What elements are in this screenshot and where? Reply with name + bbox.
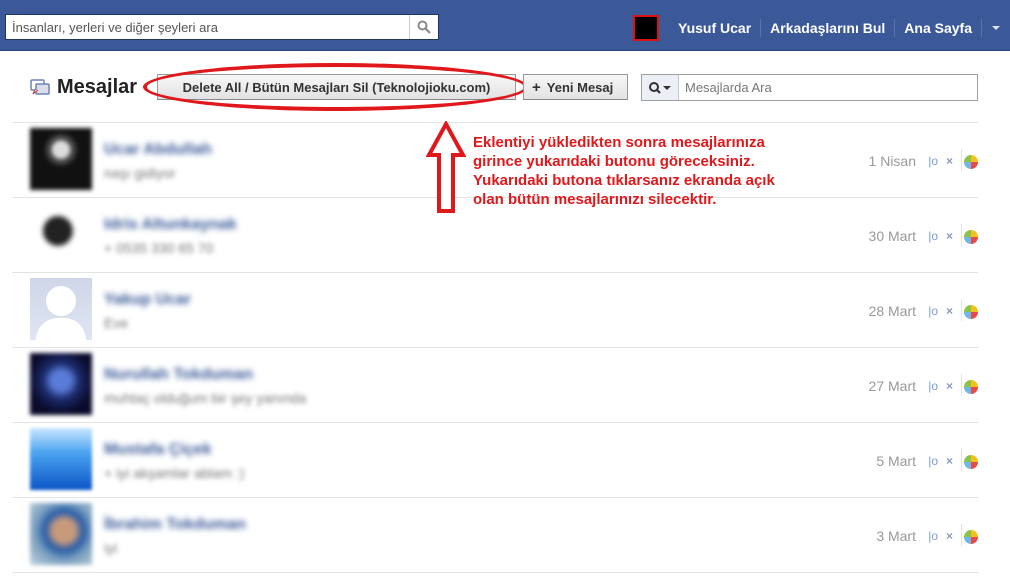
account-menu-button[interactable] — [982, 18, 1010, 38]
delete-x-icon[interactable]: × — [946, 380, 953, 392]
action-divider — [961, 449, 962, 471]
report-icon[interactable] — [964, 530, 978, 544]
report-icon[interactable] — [964, 380, 978, 394]
thread-avatar[interactable] — [30, 503, 92, 565]
caret-down-icon — [992, 26, 1000, 30]
mark-read-icon[interactable]: |o — [928, 155, 938, 167]
global-search — [5, 14, 439, 40]
top-bar: Yusuf Ucar Arkadaşlarını Bul Ana Sayfa — [0, 0, 1010, 51]
annotation-text: Eklentiyi yükledikten sonra mesajlarınız… — [473, 133, 833, 209]
top-nav: Yusuf Ucar Arkadaşlarını Bul Ana Sayfa — [633, 14, 1010, 42]
report-icon[interactable] — [964, 230, 978, 244]
thread-row[interactable]: Nurullah Tokduman muhtaç olduğum bir şey… — [12, 347, 978, 422]
action-divider — [961, 149, 962, 171]
thread-row[interactable]: İbrahim Tokduman iyi 3 Mart |o × — [12, 497, 978, 573]
thread-avatar[interactable] — [30, 353, 92, 415]
action-divider — [961, 299, 962, 321]
search-button[interactable] — [409, 15, 438, 39]
thread-row[interactable]: Mustafa Çiçek + iyi akşamlar ablam :) 5 … — [12, 422, 978, 497]
report-icon[interactable] — [964, 155, 978, 169]
mark-read-icon[interactable]: |o — [928, 455, 938, 467]
thread-date: 3 Mart — [876, 528, 916, 544]
global-search-input[interactable] — [6, 15, 410, 39]
delete-x-icon[interactable]: × — [946, 155, 953, 167]
nav-home-link[interactable]: Ana Sayfa — [895, 20, 981, 36]
thread-avatar[interactable] — [30, 278, 92, 340]
thread-date: 28 Mart — [868, 303, 916, 319]
nav-find-friends-link[interactable]: Arkadaşlarını Bul — [761, 20, 894, 36]
delete-x-icon[interactable]: × — [946, 230, 953, 242]
thread-snippet: muhtaç olduğum bir şey yanında — [104, 390, 307, 406]
thread-row[interactable]: Yakup Ucar Eve 28 Mart |o × — [12, 272, 978, 347]
mark-read-icon[interactable]: |o — [928, 305, 938, 317]
nav-profile-link[interactable]: Yusuf Ucar — [669, 20, 760, 36]
thread-name[interactable]: Ucar Abdullah — [104, 141, 212, 159]
delete-x-icon[interactable]: × — [946, 305, 953, 317]
mark-read-icon[interactable]: |o — [928, 530, 938, 542]
search-icon — [417, 20, 431, 34]
action-divider — [961, 524, 962, 546]
thread-name[interactable]: İbrahim Tokduman — [104, 516, 246, 534]
delete-all-messages-button[interactable]: Delete All / Bütün Mesajları Sil (Teknol… — [157, 74, 516, 100]
mark-read-icon[interactable]: |o — [928, 380, 938, 392]
thread-date: 30 Mart — [868, 228, 916, 244]
plus-icon: + — [532, 78, 541, 96]
annotation-line: Yukarıdaki butona tıklarsanız ekranda aç… — [473, 172, 775, 189]
thread-date: 27 Mart — [868, 378, 916, 394]
profile-avatar[interactable] — [633, 15, 659, 41]
thread-snippet: + 0535 330 65 70 — [104, 240, 214, 256]
magnifier-dropdown-icon — [649, 81, 671, 94]
message-search — [641, 74, 978, 101]
delete-x-icon[interactable]: × — [946, 530, 953, 542]
thread-name[interactable]: Idris Altunkaynak — [104, 216, 237, 234]
thread-snippet: iyi — [104, 540, 118, 556]
report-icon[interactable] — [964, 305, 978, 319]
thread-snippet: Eve — [104, 315, 129, 331]
thread-date: 5 Mart — [876, 453, 916, 469]
annotation-line: Eklentiyi yükledikten sonra mesajlarınız… — [473, 134, 765, 151]
annotation-line: olan bütün mesajlarınızı silecektir. — [473, 191, 717, 208]
thread-name[interactable]: Yakup Ucar — [104, 291, 191, 309]
thread-avatar[interactable] — [30, 428, 92, 490]
thread-avatar[interactable] — [30, 203, 92, 265]
up-arrow-annotation — [426, 121, 466, 213]
delete-x-icon[interactable]: × — [946, 455, 953, 467]
message-search-input[interactable] — [679, 75, 977, 100]
report-icon[interactable] — [964, 455, 978, 469]
page-title: Mesajlar — [57, 76, 138, 98]
new-message-button[interactable]: + Yeni Mesaj — [523, 74, 628, 100]
thread-name[interactable]: Mustafa Çiçek — [104, 441, 212, 459]
thread-avatar[interactable] — [30, 128, 92, 190]
action-divider — [961, 374, 962, 396]
thread-snippet: naşı gidiyor — [104, 165, 176, 181]
messages-icon — [30, 79, 50, 95]
mark-read-icon[interactable]: |o — [928, 230, 938, 242]
annotation-line: girince yukarıdaki butonu göreceksiniz. — [473, 153, 755, 170]
thread-date: 1 Nisan — [868, 153, 916, 169]
thread-snippet: + iyi akşamlar ablam :) — [104, 465, 245, 481]
search-filter-dropdown[interactable] — [642, 75, 679, 100]
new-message-label: Yeni Mesaj — [546, 79, 614, 95]
thread-name[interactable]: Nurullah Tokduman — [104, 366, 253, 384]
action-divider — [961, 224, 962, 246]
messages-header: Mesajlar Delete All / Bütün Mesajları Si… — [0, 60, 1010, 120]
